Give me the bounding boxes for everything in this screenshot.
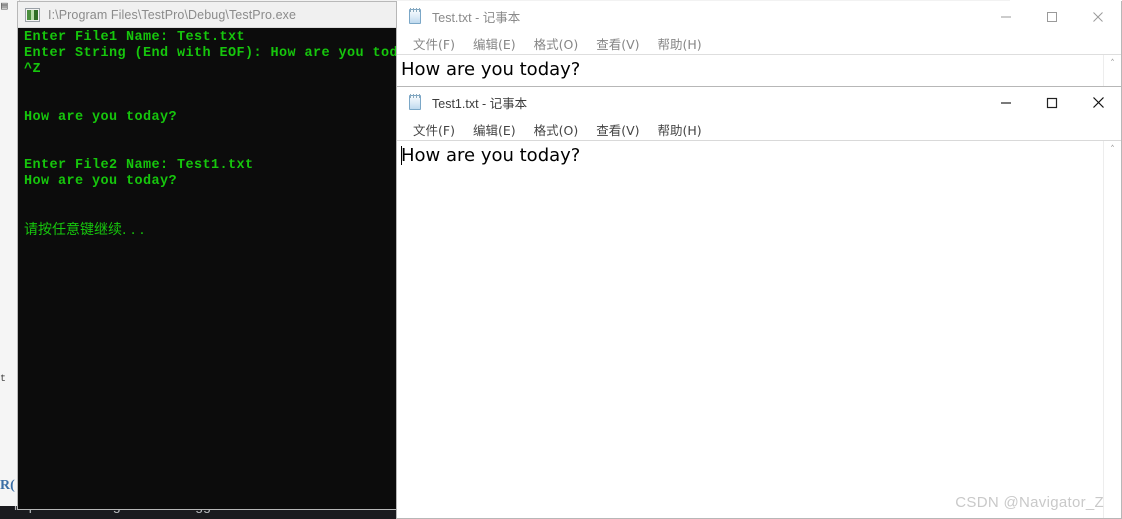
background-left-letter: R(: [0, 478, 15, 493]
menu-edit[interactable]: 编辑(E): [464, 34, 525, 53]
background-window-left-rail: [0, 0, 20, 506]
notepad-window-test-txt[interactable]: Test.txt - 记事本 文件(F) 编辑(E) 格式(O) 查看(V) 帮…: [396, 1, 1122, 89]
notepad-title: Test1.txt - 记事本: [432, 97, 528, 111]
console-output-area[interactable]: Enter File1 Name: Test.txt Enter String …: [18, 28, 396, 509]
watermark: CSDN @Navigator_Z: [955, 494, 1104, 511]
console-line: How are you today?: [24, 110, 178, 125]
notepad-text-area[interactable]: How are you today? ˄: [397, 54, 1121, 88]
vertical-scrollbar[interactable]: ˄: [1103, 55, 1121, 88]
notepad-menubar[interactable]: 文件(F) 编辑(E) 格式(O) 查看(V) 帮助(H): [397, 118, 1121, 140]
notepad-text-line: How are you today?: [397, 141, 1121, 167]
close-button[interactable]: [1075, 1, 1121, 32]
notepad-menubar[interactable]: 文件(F) 编辑(E) 格式(O) 查看(V) 帮助(H): [397, 32, 1121, 54]
maximize-button[interactable]: [1029, 1, 1075, 32]
console-title: I:\Program Files\TestPro\Debug\TestPro.e…: [48, 7, 297, 22]
scroll-up-arrow-icon[interactable]: ˄: [1104, 141, 1121, 158]
menu-view[interactable]: 查看(V): [587, 120, 648, 139]
notepad-text-content: How are you today?: [401, 59, 581, 80]
console-line: Enter File1 Name: Test.txt: [24, 30, 246, 45]
scroll-up-arrow-icon[interactable]: ˄: [1104, 55, 1121, 72]
menu-help[interactable]: 帮助(H): [649, 120, 711, 139]
console-line: Enter String (End with EOF): How are you…: [24, 46, 396, 61]
notepad-titlebar[interactable]: Test.txt - 记事本: [397, 1, 1121, 32]
minimize-button[interactable]: [983, 87, 1029, 118]
menu-help[interactable]: 帮助(H): [649, 34, 711, 53]
console-press-any-key-prompt: 请按任意键继续. . .: [24, 222, 145, 238]
menu-format[interactable]: 格式(O): [525, 120, 588, 139]
background-rail-marks: ▤: [1, 2, 8, 13]
console-line: How are you today?: [24, 174, 178, 189]
maximize-button[interactable]: [1029, 87, 1075, 118]
window-controls: [983, 1, 1121, 32]
notepad-text-content: How are you today?: [401, 145, 581, 166]
menu-view[interactable]: 查看(V): [587, 34, 648, 53]
console-titlebar[interactable]: I:\Program Files\TestPro\Debug\TestPro.e…: [18, 2, 396, 28]
close-button[interactable]: [1075, 87, 1121, 118]
notepad-icon: [407, 8, 423, 25]
vertical-scrollbar[interactable]: ˄: [1103, 141, 1121, 518]
console-line: ^Z: [24, 62, 42, 77]
notepad-title: Test.txt - 记事本: [432, 11, 521, 25]
minimize-button[interactable]: [983, 1, 1029, 32]
menu-edit[interactable]: 编辑(E): [464, 120, 525, 139]
console-line: Enter File2 Name: Test1.txt: [24, 158, 254, 173]
menu-file[interactable]: 文件(F): [404, 34, 464, 53]
window-controls: [983, 87, 1121, 118]
notepad-text-area[interactable]: How are you today? ˄: [397, 140, 1121, 518]
menu-format[interactable]: 格式(O): [525, 34, 588, 53]
console-app-icon: [25, 7, 40, 22]
background-code-gutter: t: [0, 374, 7, 385]
notepad-titlebar[interactable]: Test1.txt - 记事本: [397, 87, 1121, 118]
notepad-icon: [407, 94, 423, 111]
menu-file[interactable]: 文件(F): [404, 120, 464, 139]
notepad-window-test1-txt[interactable]: Test1.txt - 记事本 文件(F) 编辑(E) 格式(O) 查看(V) …: [396, 86, 1122, 519]
console-window[interactable]: I:\Program Files\TestPro\Debug\TestPro.e…: [18, 2, 396, 509]
